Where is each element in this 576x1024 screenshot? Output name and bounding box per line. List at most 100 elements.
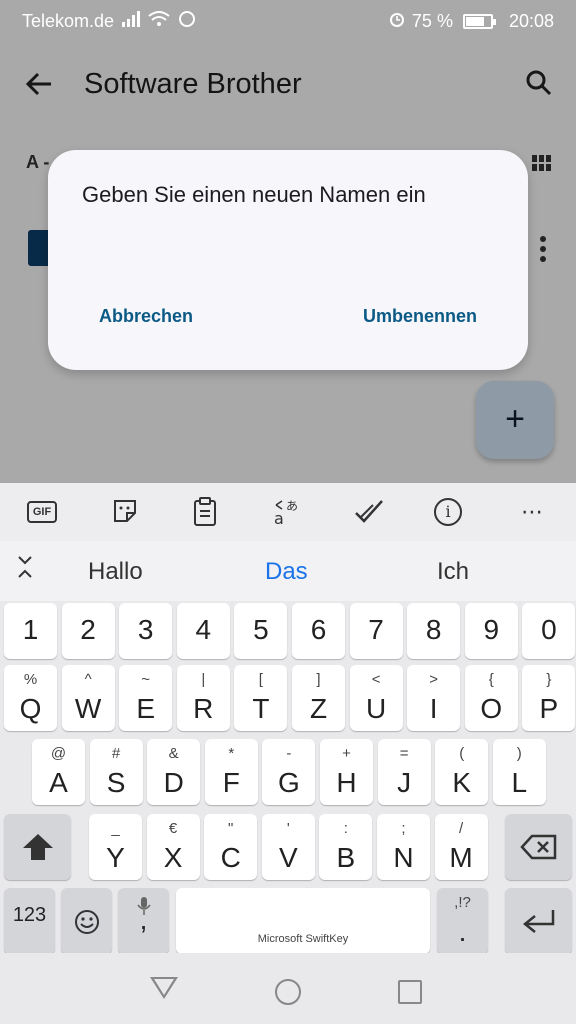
whatsapp-icon bbox=[178, 10, 196, 33]
key-f[interactable]: * F bbox=[204, 739, 258, 805]
key-x-secondary: € bbox=[168, 820, 178, 837]
key-z-label: Z bbox=[309, 693, 328, 724]
key-w[interactable]: ^ W bbox=[61, 665, 115, 731]
key-s[interactable]: # S bbox=[89, 739, 143, 805]
key-a-label: A bbox=[49, 767, 68, 798]
key-l[interactable]: ) L bbox=[492, 739, 546, 805]
key-r[interactable]: | R bbox=[176, 665, 230, 731]
key-y-secondary: _ bbox=[111, 820, 120, 837]
key-r-label: R bbox=[193, 693, 214, 724]
key-7[interactable]: 7 bbox=[349, 603, 403, 659]
key-m-label: M bbox=[449, 842, 473, 873]
numbers-key[interactable]: 123 bbox=[4, 888, 55, 954]
key-i[interactable]: > I bbox=[407, 665, 461, 731]
key-y-label: Y bbox=[106, 842, 125, 873]
key-e[interactable]: ~ E bbox=[119, 665, 173, 731]
editor-icon[interactable] bbox=[352, 497, 386, 527]
key-m[interactable]: / M bbox=[434, 814, 488, 880]
key-i-secondary: > bbox=[429, 671, 439, 688]
period-key-label: . bbox=[458, 916, 467, 947]
key-k[interactable]: (K bbox=[435, 739, 489, 805]
key-n[interactable]: ; N bbox=[377, 814, 430, 880]
clock: 20:08 bbox=[508, 11, 554, 31]
key-x[interactable]: € X bbox=[146, 814, 200, 880]
nav-home-icon[interactable] bbox=[275, 979, 301, 1005]
key-5[interactable]: 5 bbox=[234, 603, 288, 659]
space-bar-label: Microsoft SwiftKey bbox=[257, 933, 349, 945]
key-o[interactable]: {O bbox=[464, 665, 518, 731]
key-n-secondary: ; bbox=[401, 820, 406, 837]
key-j-secondary: = bbox=[399, 745, 409, 762]
suggestion-1[interactable]: Hallo bbox=[88, 558, 143, 586]
translate-icon[interactable]: aあ bbox=[270, 497, 304, 528]
key-a[interactable]: @ A bbox=[32, 739, 85, 805]
key-4[interactable]: 4 bbox=[176, 603, 230, 659]
cancel-button[interactable]: Abbrechen bbox=[99, 306, 193, 327]
carrier-name: Telekom.de bbox=[22, 11, 115, 31]
key-9[interactable]: 9 bbox=[464, 603, 518, 659]
clipboard-icon[interactable] bbox=[188, 497, 222, 527]
shift-icon bbox=[23, 834, 53, 860]
key-8[interactable]: 8 bbox=[407, 603, 461, 659]
gif-icon[interactable]: GIF bbox=[27, 501, 57, 523]
key-6-label: 6 bbox=[310, 614, 327, 645]
key-v-secondary: ' bbox=[286, 820, 290, 837]
key-w-secondary: ^ bbox=[84, 671, 92, 688]
key-b-secondary: : bbox=[343, 820, 348, 837]
key-t[interactable]: [T bbox=[234, 665, 288, 731]
suggestion-3[interactable]: Ich bbox=[437, 558, 469, 586]
more-icon[interactable]: ⋯ bbox=[515, 497, 549, 527]
key-1[interactable]: 1 bbox=[4, 603, 57, 659]
key-p-label: P bbox=[539, 693, 559, 724]
key-z[interactable]: ] Z bbox=[292, 665, 345, 731]
suggestion-2[interactable]: Das bbox=[265, 558, 308, 586]
key-i-label: I bbox=[429, 693, 438, 724]
status-bar: Telekom.de 75 % 20:08 bbox=[0, 0, 576, 40]
key-0-label: 0 bbox=[541, 614, 557, 645]
key-7-label: 7 bbox=[368, 614, 384, 645]
collapse-icon[interactable] bbox=[14, 555, 36, 581]
comma-key[interactable]: , bbox=[118, 888, 169, 954]
key-2[interactable]: 2 bbox=[61, 603, 115, 659]
key-j[interactable]: = J bbox=[377, 739, 431, 805]
key-l-secondary: ) bbox=[516, 745, 522, 762]
backspace-key[interactable] bbox=[505, 814, 572, 880]
key-6[interactable]: 6 bbox=[292, 603, 345, 659]
info-icon[interactable]: i bbox=[434, 498, 462, 526]
key-3[interactable]: 3 bbox=[119, 603, 173, 659]
rename-button[interactable]: Umbenennen bbox=[363, 306, 477, 327]
shift-key[interactable] bbox=[4, 814, 71, 880]
nav-back-icon[interactable] bbox=[150, 977, 178, 999]
key-q[interactable]: % Q bbox=[4, 665, 57, 731]
key-v[interactable]: ' V bbox=[261, 814, 315, 880]
key-u-label: U bbox=[365, 693, 387, 724]
key-c[interactable]: " C bbox=[204, 814, 258, 880]
key-p[interactable]: } P bbox=[522, 665, 576, 731]
enter-key[interactable] bbox=[505, 888, 572, 954]
key-y[interactable]: _ Y bbox=[89, 814, 142, 880]
emoji-key[interactable] bbox=[61, 888, 112, 954]
nav-recents-icon[interactable] bbox=[398, 980, 422, 1004]
emoji-icon bbox=[75, 910, 99, 934]
sticker-icon[interactable] bbox=[108, 497, 142, 527]
space-bar[interactable]: Microsoft SwiftKey bbox=[176, 888, 430, 954]
battery-percent: 75 % bbox=[411, 11, 453, 31]
enter-icon bbox=[522, 910, 555, 933]
key-b[interactable]: :B bbox=[319, 814, 373, 880]
key-h[interactable]: + H bbox=[320, 739, 373, 805]
key-v-label: V bbox=[278, 842, 298, 873]
key-g[interactable]: -G bbox=[262, 739, 316, 805]
key-g-secondary: - bbox=[286, 745, 292, 762]
key-t-label: T bbox=[252, 693, 270, 724]
key-u[interactable]: < U bbox=[349, 665, 403, 731]
key-d-label: D bbox=[163, 767, 184, 798]
key-b-label: B bbox=[336, 842, 356, 873]
key-o-secondary: { bbox=[488, 671, 494, 688]
key-d[interactable]: & D bbox=[147, 739, 201, 805]
key-h-label: H bbox=[336, 767, 357, 798]
period-key[interactable]: ,!?. bbox=[437, 888, 488, 954]
key-s-secondary: # bbox=[111, 745, 121, 762]
key-0[interactable]: 0 bbox=[522, 603, 576, 659]
key-x-label: X bbox=[163, 842, 183, 873]
dialog-message: Geben Sie einen neuen Namen ein bbox=[82, 182, 426, 207]
